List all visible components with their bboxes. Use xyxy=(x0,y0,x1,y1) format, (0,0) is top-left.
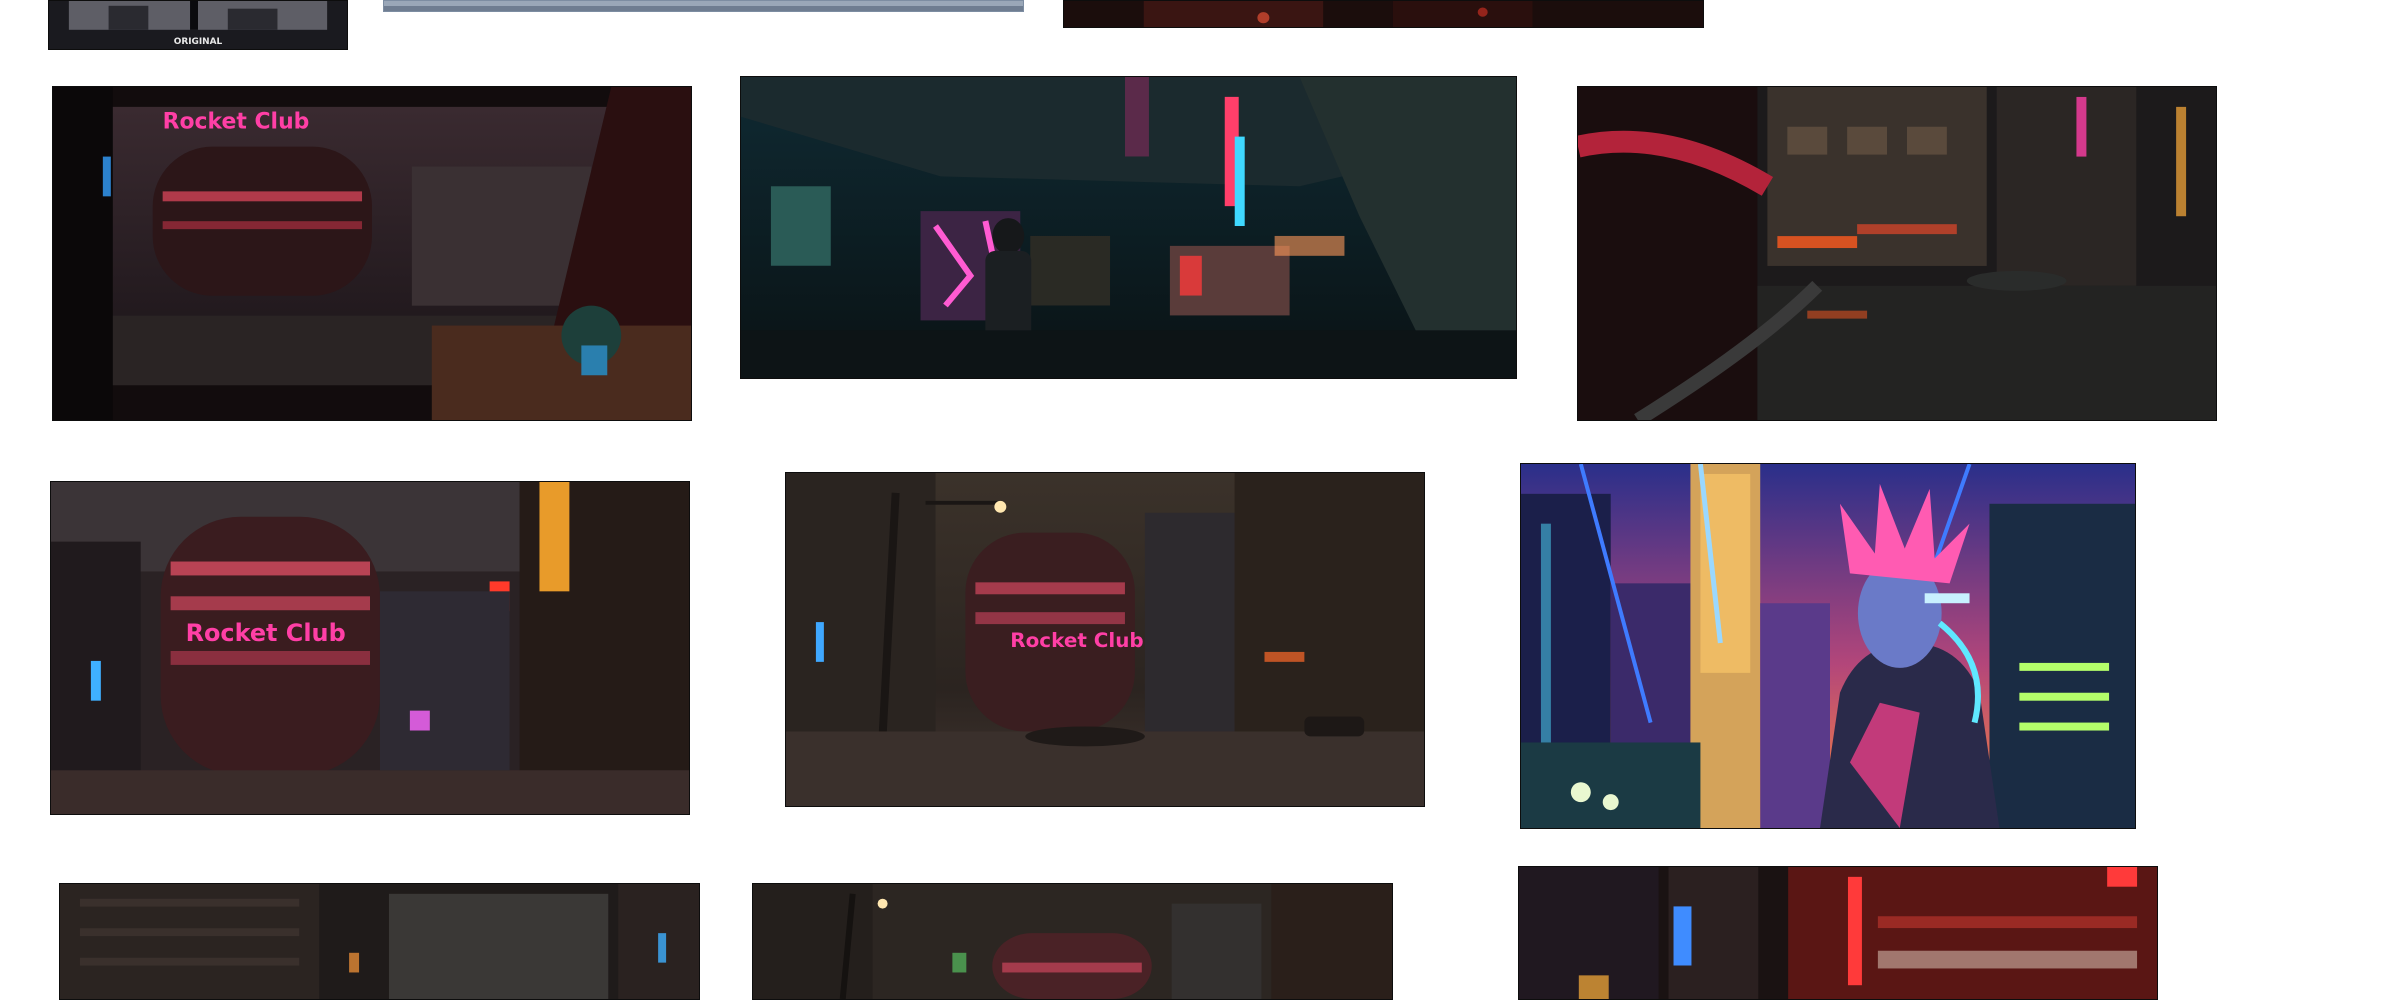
gallery-thumbnail-7[interactable]: Rocket Club xyxy=(50,481,690,815)
gallery-thumbnail-8[interactable]: Rocket Club xyxy=(785,472,1425,807)
club-window-view-image: Rocket Club xyxy=(53,87,691,420)
street-night-image xyxy=(753,884,1392,999)
gallery-thumbnail-1[interactable]: ORIGINAL xyxy=(48,0,348,50)
gallery-thumbnail-3[interactable] xyxy=(1063,0,1704,28)
image-gallery-grid: ORIGINAL Rocket Club Rocket Club Rocket … xyxy=(0,0,2400,1000)
gallery-thumbnail-6[interactable] xyxy=(1577,86,2217,421)
poster-logo-text: ORIGINAL xyxy=(174,37,223,47)
club-street-corner-image: Rocket Club xyxy=(51,482,689,814)
dark-alley-image xyxy=(60,884,699,999)
gallery-thumbnail-4[interactable]: Rocket Club xyxy=(52,86,692,421)
gallery-thumbnail-5[interactable] xyxy=(740,76,1517,379)
wet-street-image: Rocket Club xyxy=(786,473,1424,806)
gallery-thumbnail-2[interactable] xyxy=(383,0,1024,12)
neon-sign-text: Rocket Club xyxy=(1010,629,1143,652)
neon-sign-text: Rocket Club xyxy=(186,619,346,647)
gallery-thumbnail-11[interactable] xyxy=(752,883,1393,1000)
poster-image: ORIGINAL xyxy=(49,1,347,49)
gallery-thumbnail-12[interactable] xyxy=(1518,866,2158,1000)
gallery-thumbnail-10[interactable] xyxy=(59,883,700,1000)
gallery-thumbnail-9[interactable] xyxy=(1520,463,2136,829)
neon-punk-character-art xyxy=(1521,464,2135,828)
neon-market-street-image xyxy=(1519,867,2157,999)
underpass-street-image xyxy=(741,77,1516,378)
rainy-plaza-image xyxy=(1578,87,2216,420)
neon-sign-text: Rocket Club xyxy=(163,110,310,135)
cityscape-image xyxy=(1064,1,1703,27)
cityscape-image xyxy=(384,1,1023,11)
